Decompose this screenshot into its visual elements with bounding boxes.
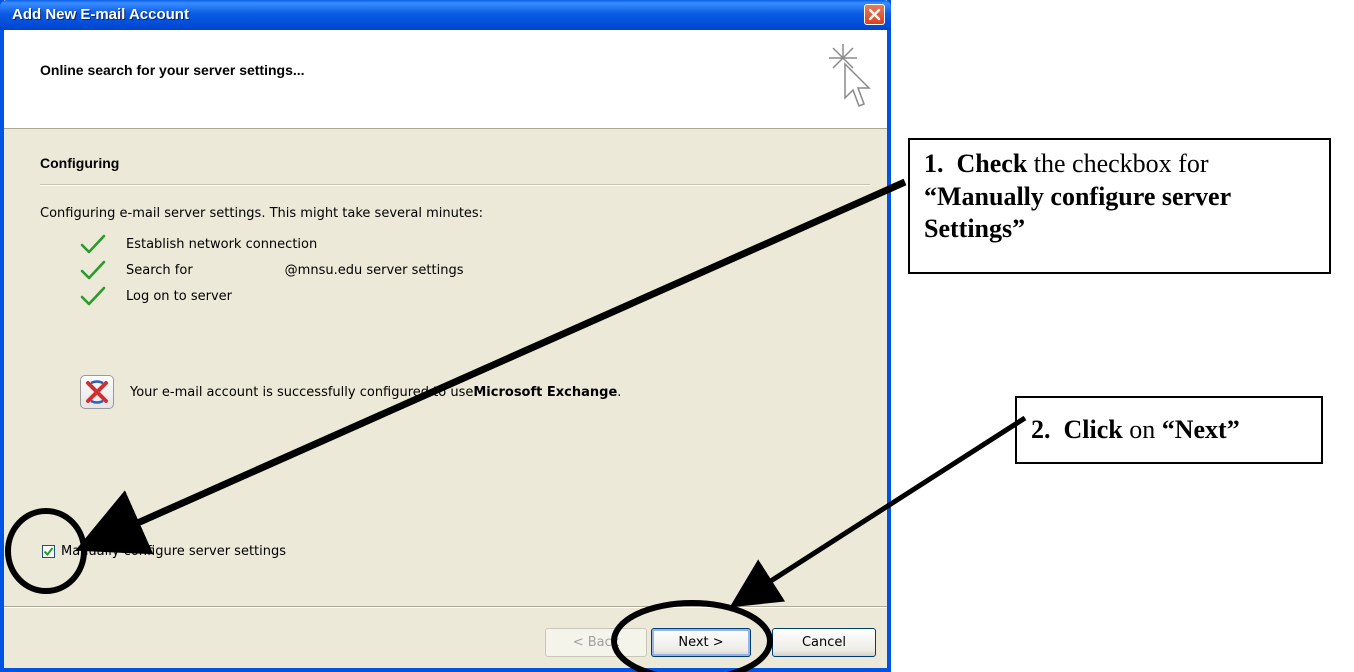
step-label: Search for — [126, 262, 193, 278]
step-search: Search for @mnsu.edu server settings — [80, 258, 463, 282]
checkmark-icon — [80, 260, 106, 280]
footer-divider — [4, 606, 887, 608]
callout-2-action: Click — [1063, 415, 1123, 444]
step-label: Establish network connection — [126, 236, 318, 252]
checkbox-check-icon — [43, 547, 54, 557]
window-title: Add New E-mail Account — [12, 6, 189, 23]
manual-config-checkbox-row[interactable]: Manually configure server settings — [42, 544, 286, 559]
close-icon — [868, 8, 881, 21]
callout-2-quote: “Next” — [1161, 415, 1240, 444]
header-panel: Online search for your server settings..… — [4, 30, 887, 129]
next-button[interactable]: Next > — [651, 628, 751, 657]
step-network: Establish network connection — [80, 232, 317, 256]
section-title: Configuring — [40, 155, 120, 171]
title-bar[interactable]: Add New E-mail Account — [0, 0, 891, 30]
manual-config-checkbox[interactable] — [42, 545, 55, 558]
cancel-button[interactable]: Cancel — [772, 628, 876, 657]
dialog-window: Add New E-mail Account Online search for… — [0, 0, 891, 672]
callout-2-number: 2. — [1031, 415, 1051, 444]
result-message: Your e-mail account is successfully conf… — [80, 375, 621, 409]
checkmark-icon — [80, 234, 106, 254]
result-product: Microsoft Exchange — [473, 384, 618, 400]
page-title: Online search for your server settings..… — [40, 62, 305, 78]
back-button[interactable]: < Back — [545, 628, 647, 657]
section-divider — [40, 184, 870, 186]
close-button[interactable] — [864, 4, 885, 25]
exchange-icon — [80, 375, 114, 409]
callout-1-quote: “Manually configure server Settings” — [924, 181, 1231, 244]
callout-1-action: Check — [956, 149, 1028, 178]
result-end: . — [617, 384, 622, 400]
step-logon: Log on to server — [80, 284, 232, 308]
annotation-callout-1: 1. Check the checkbox for “Manually conf… — [908, 138, 1331, 274]
step-label: Log on to server — [126, 288, 233, 304]
callout-1-number: 1. — [924, 149, 944, 178]
manual-config-label[interactable]: Manually configure server settings — [61, 544, 286, 559]
annotation-callout-2: 2. Click on “Next” — [1015, 396, 1323, 464]
config-description: Configuring e-mail server settings. This… — [40, 206, 484, 221]
callout-1-text: the checkbox for — [1027, 149, 1209, 178]
checkmark-icon — [80, 286, 106, 306]
cursor-sparkle-icon — [829, 44, 871, 107]
step-suffix: @mnsu.edu server settings — [284, 262, 464, 278]
result-text: Your e-mail account is successfully conf… — [130, 384, 474, 400]
callout-2-text: on — [1122, 415, 1162, 444]
